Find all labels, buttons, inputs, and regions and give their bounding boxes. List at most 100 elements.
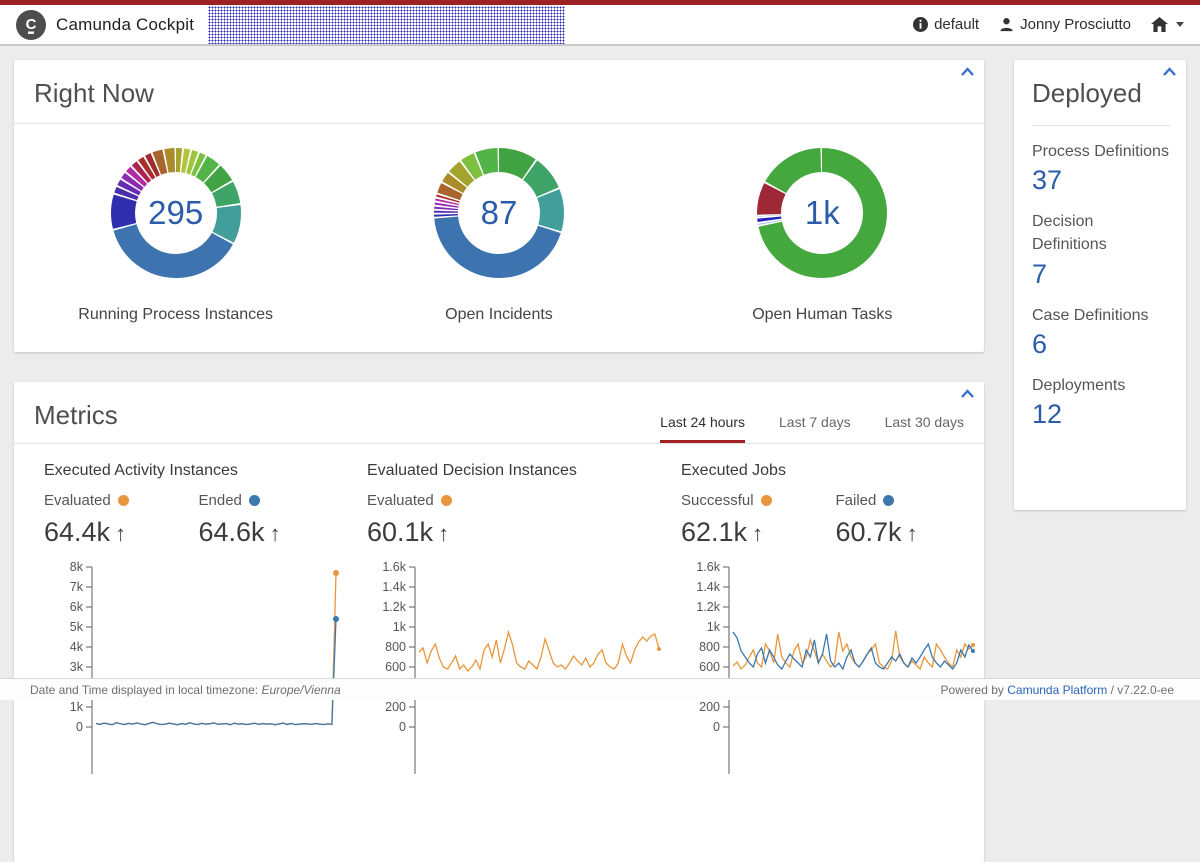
deployed-process-definitions: Process Definitions 37 <box>1032 140 1170 196</box>
info-icon <box>913 17 928 32</box>
stat-value: 64.4k↑ <box>44 517 199 548</box>
svg-text:6k: 6k <box>70 600 84 614</box>
svg-text:C: C <box>26 16 37 33</box>
deployed-decision-definitions: Decision Definitions 7 <box>1032 210 1170 289</box>
legend-label: Failed <box>836 492 877 509</box>
stat-ended: Ended 64.6k↑ <box>199 492 354 548</box>
legend-dot <box>441 495 452 506</box>
engine-selector[interactable]: default <box>913 16 979 33</box>
svg-text:0: 0 <box>399 720 406 734</box>
stat-value[interactable]: 7 <box>1032 259 1170 290</box>
stat-label: Case Definitions <box>1032 304 1170 327</box>
panel-title: Right Now <box>34 78 154 108</box>
open-human-tasks-chart: 1k Open Human Tasks <box>662 148 982 324</box>
svg-text:1.6k: 1.6k <box>696 560 720 574</box>
stat-failed: Failed 60.7k↑ <box>836 492 991 548</box>
metric-title: Executed Activity Instances <box>44 462 353 480</box>
svg-text:0: 0 <box>713 720 720 734</box>
stat-label: Decision Definitions <box>1032 210 1170 256</box>
deployed-deployments: Deployments 12 <box>1032 374 1170 430</box>
stat-label: Deployments <box>1032 374 1170 397</box>
legend-label: Successful <box>681 492 754 509</box>
donut-value[interactable]: 295 <box>111 148 241 278</box>
svg-text:1k: 1k <box>393 620 407 634</box>
chevron-down-icon <box>1176 22 1184 27</box>
engine-label: default <box>934 16 979 33</box>
svg-text:1.4k: 1.4k <box>696 580 720 594</box>
tab-last-24-hours[interactable]: Last 24 hours <box>660 414 745 443</box>
user-icon <box>999 17 1014 32</box>
tab-last-7-days[interactable]: Last 7 days <box>779 414 851 443</box>
stat-value: 60.7k↑ <box>836 517 991 548</box>
stat-value[interactable]: 37 <box>1032 165 1170 196</box>
svg-text:1.2k: 1.2k <box>696 600 720 614</box>
trend-up-icon: ↑ <box>752 521 763 546</box>
donut-label: Running Process Instances <box>16 306 336 324</box>
stat-value: 60.1k↑ <box>367 517 542 548</box>
camunda-platform-link[interactable]: Camunda Platform <box>1007 683 1107 697</box>
footer: Date and Time displayed in local timezon… <box>0 678 1200 700</box>
svg-text:200: 200 <box>699 700 720 714</box>
app-brand[interactable]: C Camunda Cockpit <box>0 10 194 40</box>
line-chart-activity-instances: 8k7k6k5k4k3k2k1k0 <box>44 558 344 774</box>
collapse-panel-icon[interactable] <box>960 389 975 399</box>
svg-text:3k: 3k <box>70 660 84 674</box>
line-chart-decision-instances: 1.6k1.4k1.2k1k8006004002000 <box>367 558 667 774</box>
running-process-instances-chart: 295 Running Process Instances <box>16 148 336 324</box>
panel-title: Metrics <box>34 400 118 443</box>
metrics-panel: Metrics Last 24 hours Last 7 days Last 3… <box>14 382 984 862</box>
deployed-case-definitions: Case Definitions 6 <box>1032 304 1170 360</box>
svg-text:800: 800 <box>699 640 720 654</box>
metric-column-activity-instances: Executed Activity Instances Evaluated 64… <box>30 444 353 774</box>
timezone-note: Date and Time displayed in local timezon… <box>30 683 341 697</box>
stat-value: 62.1k↑ <box>681 517 836 548</box>
stat-label: Process Definitions <box>1032 140 1170 163</box>
app-switcher[interactable] <box>1151 17 1184 32</box>
legend-label: Evaluated <box>367 492 434 509</box>
legend-dot <box>249 495 260 506</box>
trend-up-icon: ↑ <box>907 521 918 546</box>
collapse-panel-icon[interactable] <box>960 67 975 77</box>
legend-dot <box>883 495 894 506</box>
metric-column-decision-instances: Evaluated Decision Instances Evaluated 6… <box>353 444 667 774</box>
home-icon <box>1151 17 1168 32</box>
powered-by: Powered by Camunda Platform / v7.22.0-ee <box>941 683 1174 697</box>
metric-column-executed-jobs: Executed Jobs Successful 62.1k↑ Failed 6… <box>667 444 990 774</box>
stat-value[interactable]: 6 <box>1032 329 1170 360</box>
legend-label: Evaluated <box>44 492 111 509</box>
metrics-range-tabs: Last 24 hours Last 7 days Last 30 days <box>660 414 964 443</box>
stat-value[interactable]: 12 <box>1032 399 1170 430</box>
svg-text:1k: 1k <box>707 620 721 634</box>
camunda-logo-icon: C <box>16 10 46 40</box>
collapse-panel-icon[interactable] <box>1162 67 1177 77</box>
right-now-panel: Right Now 295 Running Process Instances … <box>14 60 984 352</box>
svg-text:200: 200 <box>385 700 406 714</box>
svg-text:600: 600 <box>385 660 406 674</box>
donut-value[interactable]: 87 <box>434 148 564 278</box>
timezone-value: Europe/Vienna <box>261 683 340 697</box>
panel-title: Deployed <box>1032 78 1142 108</box>
svg-text:1.2k: 1.2k <box>382 600 406 614</box>
stat-evaluated: Evaluated 64.4k↑ <box>44 492 199 548</box>
svg-text:1.4k: 1.4k <box>382 580 406 594</box>
svg-text:5k: 5k <box>70 620 84 634</box>
legend-dot <box>761 495 772 506</box>
tab-last-30-days[interactable]: Last 30 days <box>885 414 964 443</box>
metric-title: Evaluated Decision Instances <box>367 462 667 480</box>
trend-up-icon: ↑ <box>438 521 449 546</box>
donut-label: Open Human Tasks <box>662 306 982 324</box>
donut-label: Open Incidents <box>339 306 659 324</box>
legend-dot <box>118 495 129 506</box>
svg-text:800: 800 <box>385 640 406 654</box>
trend-up-icon: ↑ <box>270 521 281 546</box>
open-incidents-chart: 87 Open Incidents <box>339 148 659 324</box>
legend-label: Ended <box>199 492 242 509</box>
svg-text:7k: 7k <box>70 580 84 594</box>
user-name: Jonny Prosciutto <box>1020 16 1131 33</box>
user-menu[interactable]: Jonny Prosciutto <box>999 16 1131 33</box>
stat-value: 64.6k↑ <box>199 517 354 548</box>
svg-text:1k: 1k <box>70 700 84 714</box>
donut-value[interactable]: 1k <box>757 148 887 278</box>
svg-text:0: 0 <box>76 720 83 734</box>
navbar: C Camunda Cockpit default Jonny Prosciut… <box>0 5 1200 46</box>
